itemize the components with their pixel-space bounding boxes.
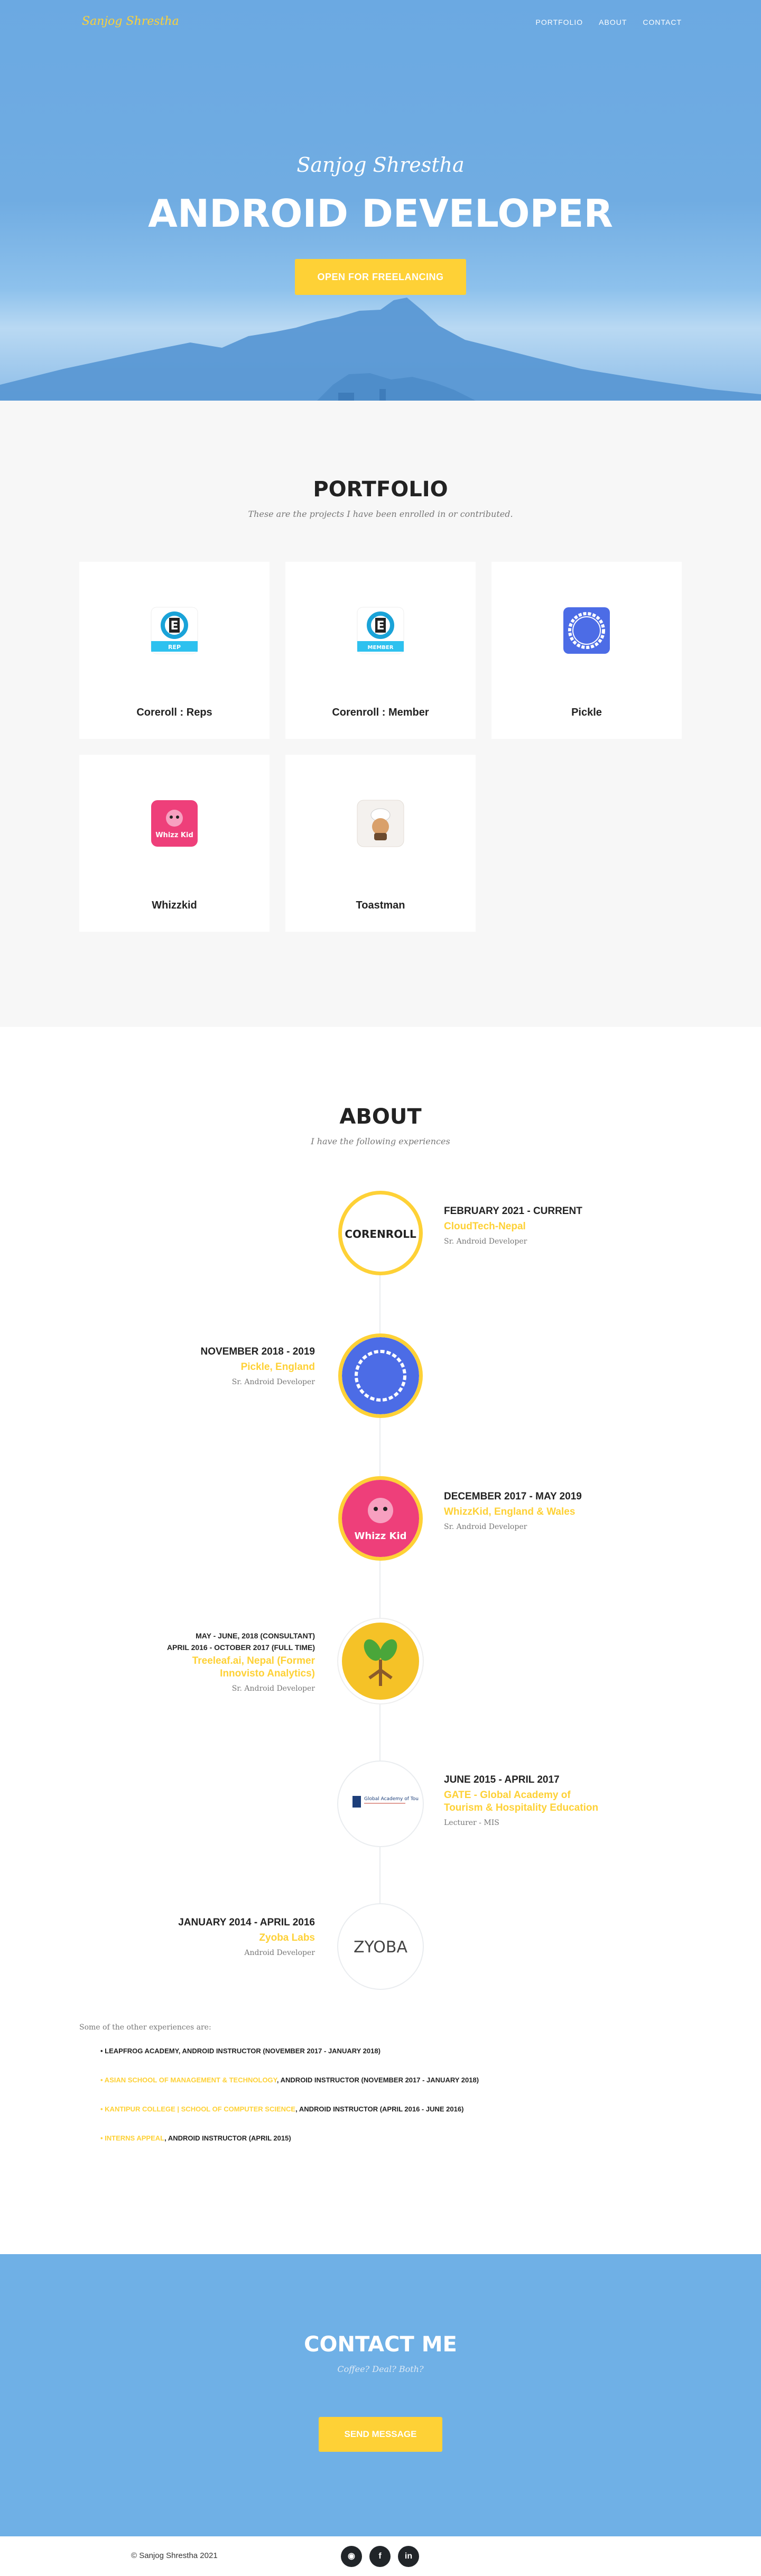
footer: © Sanjog Shrestha 2021 ◉ f in — [0, 2536, 761, 2576]
timeline-date: NOVEMBER 2018 - 2019 — [200, 1346, 315, 1357]
portfolio-title: PORTFOLIO — [313, 477, 448, 502]
gate-logo: Global Academy of Tourism & Hospitality … — [338, 1762, 423, 1846]
timeline-date-secondary: APRIL 2016 - OCTOBER 2017 (FULL TIME) — [166, 1643, 315, 1652]
timeline-date: MAY - JUNE, 2018 (CONSULTANT) — [196, 1632, 315, 1640]
member-icon-label: MEMBER — [368, 645, 394, 651]
whizzkid-logo-text: Whizz Kid — [354, 1531, 406, 1542]
whizzkid-icon: Whizz Kid — [151, 800, 198, 847]
timeline-org[interactable]: Pickle, England — [156, 1361, 315, 1374]
corenroll-member-icon: E MEMBER — [357, 607, 404, 654]
list-item: • INTERNS APPEAL, ANDROID INSTRUCTOR (AP… — [100, 2134, 291, 2142]
toastman-icon — [357, 800, 404, 847]
portfolio-subtitle: These are the projects I have been enrol… — [248, 509, 513, 519]
list-item: • ASIAN SCHOOL OF MANAGEMENT & TECHNOLOG… — [100, 2076, 479, 2084]
pickle-icon — [563, 607, 610, 654]
hero-section: Sanjog Shrestha ANDROID DEVELOPER OPEN F… — [0, 0, 761, 401]
portfolio-item-name: Pickle — [571, 707, 602, 718]
timeline-org[interactable]: CloudTech-Nepal — [444, 1220, 602, 1233]
timeline-role: Lecturer - MIS — [444, 1819, 499, 1827]
portfolio-section: PORTFOLIO These are the projects I have … — [0, 401, 761, 1027]
about-title: ABOUT — [339, 1105, 422, 1129]
hero-title: ANDROID DEVELOPER — [148, 191, 613, 236]
portfolio-item-name: Whizzkid — [152, 900, 197, 911]
github-icon[interactable]: ◉ — [341, 2546, 362, 2567]
portfolio-item-pickle[interactable]: Pickle — [491, 562, 682, 739]
contact-subtitle: Coffee? Deal? Both? — [337, 2364, 424, 2374]
contact-section: CONTACT ME Coffee? Deal? Both? SEND MESS… — [0, 2254, 761, 2536]
portfolio-item-name: Coreroll : Reps — [136, 707, 212, 718]
timeline-role: Sr. Android Developer — [231, 1684, 315, 1693]
linkedin-icon[interactable]: in — [398, 2546, 419, 2567]
timeline-org[interactable]: WhizzKid, England & Wales — [444, 1506, 602, 1518]
nav-link-portfolio[interactable]: PORTFOLIO — [535, 18, 583, 26]
brand-logo[interactable]: Sanjog Shrestha — [82, 15, 179, 28]
svg-text:E: E — [376, 619, 384, 633]
top-navbar: Sanjog Shrestha PORTFOLIO ABOUT CONTACT — [0, 0, 761, 44]
timeline-date: FEBRUARY 2021 - CURRENT — [444, 1206, 582, 1217]
facebook-icon[interactable]: f — [369, 2546, 391, 2567]
gate-logo-text: Global Academy of Tourism & Hospitality … — [364, 1796, 419, 1802]
portfolio-item-coreroll-reps[interactable]: E REP Coreroll : Reps — [79, 562, 270, 739]
about-subtitle: I have the following experiences — [311, 1136, 450, 1146]
timeline-date: JUNE 2015 - APRIL 2017 — [444, 1774, 560, 1785]
timeline-role: Sr. Android Developer — [231, 1378, 315, 1386]
freelancing-button[interactable]: OPEN FOR FREELANCING — [295, 259, 466, 295]
contact-title: CONTACT ME — [304, 2332, 457, 2357]
nav-links: PORTFOLIO ABOUT CONTACT — [535, 18, 682, 26]
timeline-role: Android Developer — [244, 1949, 315, 1957]
portfolio-item-corenroll-member[interactable]: E MEMBER Corenroll : Member — [285, 562, 476, 739]
nav-link-contact[interactable]: CONTACT — [643, 18, 682, 26]
nav-link-about[interactable]: ABOUT — [599, 18, 627, 26]
portfolio-grid: E REP Coreroll : Reps E MEMBER Corenroll… — [79, 562, 682, 932]
send-message-button[interactable]: SEND MESSAGE — [319, 2417, 442, 2452]
timeline-role: Sr. Android Developer — [444, 1237, 527, 1246]
corenroll-rep-icon: E REP — [151, 607, 198, 654]
timeline-date: DECEMBER 2017 - MAY 2019 — [444, 1491, 582, 1502]
timeline-org[interactable]: Zyoba Labs — [156, 1932, 315, 1944]
zyoba-logo: ZYOBA — [338, 1904, 423, 1989]
other-experiences-list: • LEAPFROG ACADEMY, ANDROID INSTRUCTOR (… — [100, 2047, 479, 2163]
hero-intro: Sanjog Shrestha — [296, 153, 465, 177]
portfolio-item-name: Toastman — [356, 900, 405, 911]
social-links: ◉ f in — [341, 2546, 419, 2567]
corenroll-logo-text: CORENROLL — [345, 1228, 416, 1240]
about-section: ABOUT I have the following experiences C… — [0, 1027, 761, 2254]
timeline-role: Sr. Android Developer — [444, 1523, 527, 1531]
timeline-date: JANUARY 2014 - APRIL 2016 — [178, 1917, 315, 1928]
rep-icon-label: REP — [168, 644, 181, 651]
pickle-logo — [338, 1333, 423, 1418]
timeline-org[interactable]: Treeleaf.ai, Nepal (Former Innovisto Ana… — [156, 1655, 315, 1680]
list-item: • LEAPFROG ACADEMY, ANDROID INSTRUCTOR (… — [100, 2047, 380, 2055]
portfolio-item-name: Corenroll : Member — [332, 707, 429, 718]
zyoba-logo-text: ZYOBA — [354, 1938, 407, 1957]
copyright-text: © Sanjog Shrestha 2021 — [131, 2551, 218, 2560]
svg-text:E: E — [170, 619, 178, 633]
whizzkid-logo: Whizz Kid — [338, 1476, 423, 1561]
treeleaf-logo — [338, 1619, 423, 1703]
timeline-org[interactable]: GATE - Global Academy of Tourism & Hospi… — [444, 1789, 602, 1814]
corenroll-logo: CORENROLL — [338, 1191, 423, 1275]
portfolio-item-whizzkid[interactable]: Whizz Kid Whizzkid — [79, 755, 270, 932]
portfolio-item-toastman[interactable]: Toastman — [285, 755, 476, 932]
other-experiences-intro: Some of the other experiences are: — [79, 2023, 211, 2032]
whizzkid-icon-label: Whizz Kid — [155, 831, 193, 839]
list-item: • KANTIPUR COLLEGE | SCHOOL OF COMPUTER … — [100, 2105, 464, 2113]
